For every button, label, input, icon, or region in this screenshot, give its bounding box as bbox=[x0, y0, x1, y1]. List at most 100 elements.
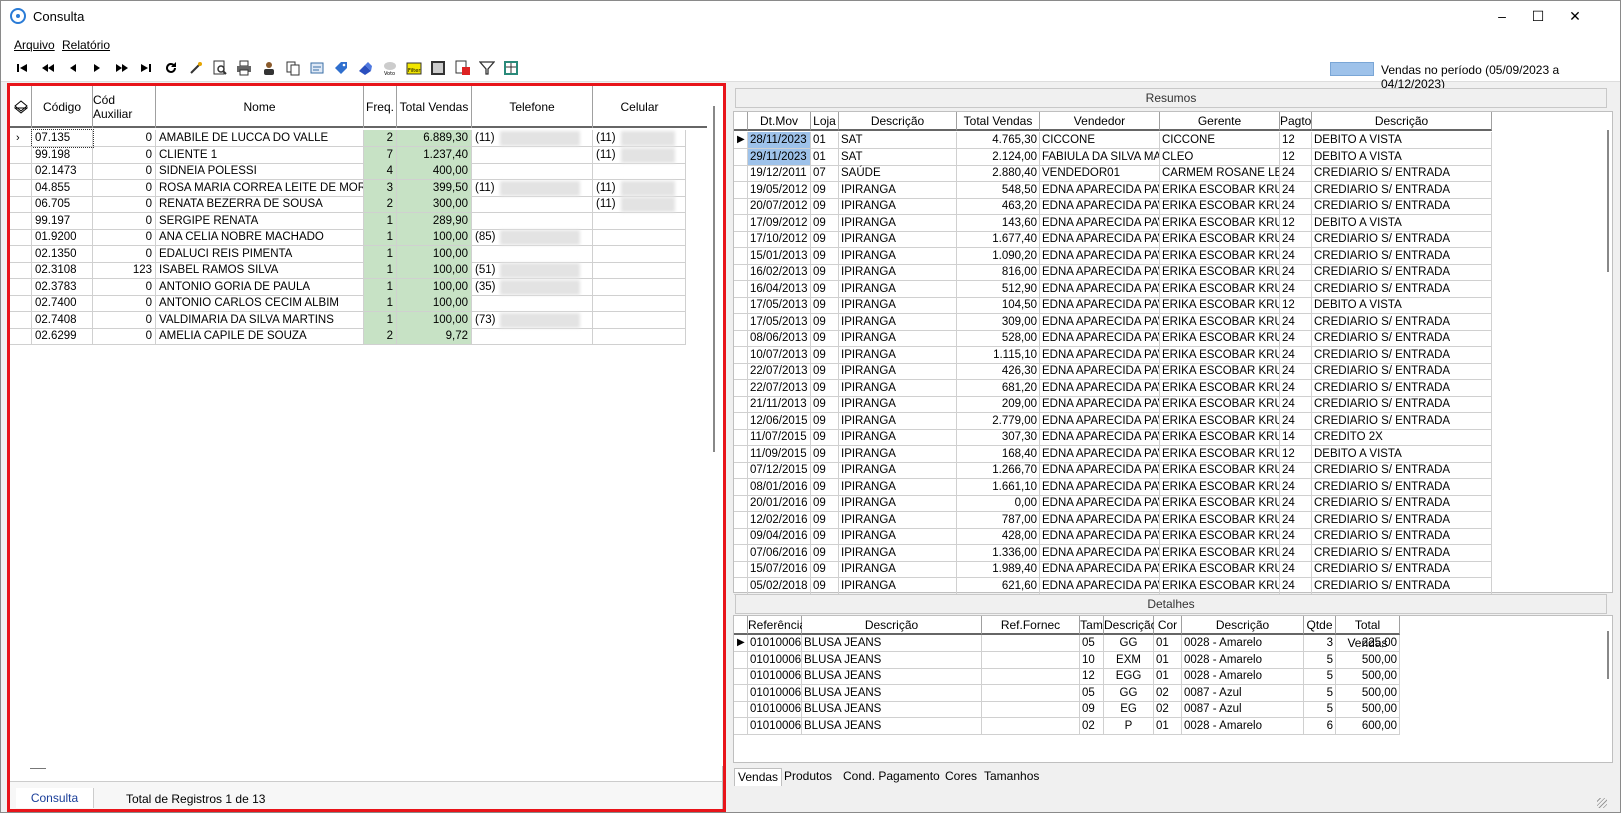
table-row[interactable]: 10/07/2013 09 IPIRANGA 1.115,10 EDNA APARECI… bbox=[734, 346, 1596, 364]
col-resumos-0[interactable]: Dt.Mov bbox=[748, 112, 811, 131]
menu-relatorio[interactable]: Relatório bbox=[62, 38, 110, 52]
table-row[interactable]: 01010006 BLUSA JEANS 09 EG 02 0087 - Azul 5 500… bbox=[734, 701, 1596, 718]
detalhes-scrollbar[interactable] bbox=[1607, 631, 1609, 679]
col-telefone[interactable]: Telefone bbox=[472, 86, 593, 128]
table-row[interactable]: 17/05/2013 09 IPIRANGA 104,50 EDNA APARECIDA… bbox=[734, 297, 1596, 314]
magic-icon[interactable] bbox=[186, 58, 206, 78]
table-row[interactable]: › 07.135 0 AMABILE DE LUCCA DO VALLE 2 6.889,… bbox=[10, 129, 708, 148]
col-detalhes-3[interactable]: Tam bbox=[1080, 616, 1104, 635]
table-row[interactable]: 02.7408 0 VALDIMARIA DA SILVA MARTINS 1 100,… bbox=[10, 311, 708, 329]
maximize-button[interactable]: ☐ bbox=[1524, 5, 1552, 27]
table-row[interactable]: 08/06/2013 09 IPIRANGA 528,00 EDNA APARECIDA… bbox=[734, 330, 1596, 347]
funnel-icon[interactable] bbox=[477, 58, 497, 78]
resize-grip[interactable] bbox=[1597, 798, 1607, 808]
document-icon[interactable] bbox=[307, 58, 327, 78]
table-row[interactable]: 09/04/2016 09 IPIRANGA 428,00 EDNA APARECIDA… bbox=[734, 528, 1596, 545]
prior-page-icon[interactable] bbox=[38, 58, 58, 78]
table-row[interactable]: 17/10/2012 09 IPIRANGA 1.677,40 EDNA APARECI… bbox=[734, 231, 1596, 248]
table-row[interactable]: 15/01/2013 09 IPIRANGA 1.090,20 EDNA APARECI… bbox=[734, 247, 1596, 265]
col-resumos-6[interactable]: Pagto bbox=[1280, 112, 1312, 131]
table-row[interactable]: ▶ 01010006 BLUSA JEANS 05 GG 01 0028 - Amarelo… bbox=[734, 635, 1596, 652]
col-nome[interactable]: Nome bbox=[156, 86, 364, 128]
resumos-scrollbar[interactable] bbox=[1607, 130, 1609, 272]
next-icon[interactable] bbox=[87, 58, 107, 78]
table-row[interactable]: 29/11/2023 01 SAT 2.124,00 FABIULA DA SILVA … bbox=[734, 148, 1596, 166]
minimize-button[interactable]: ‒ bbox=[1488, 5, 1516, 27]
table-row[interactable]: 17/05/2013 09 IPIRANGA 309,00 EDNA APARECIDA… bbox=[734, 313, 1596, 331]
col-detalhes-2[interactable]: Ref.Fornec bbox=[982, 616, 1080, 635]
menu-arquivo[interactable]: Arquivo bbox=[14, 38, 55, 52]
table-row[interactable]: 01.9200 0 ANA CELIA NOBRE MACHADO 1 100,00 (8… bbox=[10, 229, 708, 246]
copy-icon[interactable] bbox=[283, 58, 303, 78]
prior-icon[interactable] bbox=[63, 58, 83, 78]
table-row[interactable]: 04.8550ROSA MARIA CORREA LEITE DE MORAES… bbox=[10, 179, 708, 197]
table-row[interactable]: 11/09/2015 09 IPIRANGA 168,40 EDNA APARECIDA… bbox=[734, 445, 1596, 463]
col-codigo[interactable]: Código bbox=[32, 86, 93, 128]
col-total-vendas[interactable]: Total Vendas bbox=[397, 86, 472, 128]
table-row[interactable]: 11/07/2015 09 IPIRANGA 307,30 EDNA APARECIDA… bbox=[734, 429, 1596, 446]
tab-cond-pagamento[interactable]: Cond. Pagamento bbox=[840, 768, 943, 786]
next-page-icon[interactable] bbox=[112, 58, 132, 78]
table-row[interactable]: 21/11/2013 09 IPIRANGA 209,00 EDNA APARECIDA… bbox=[734, 396, 1596, 413]
table-row[interactable]: 16/02/2013 09 IPIRANGA 816,00 EDNA APARECIDA… bbox=[734, 264, 1596, 281]
table-row[interactable]: 01010006 BLUSA JEANS 10 EXM 01 0028 - Amarelo… bbox=[734, 651, 1596, 669]
tab-consulta[interactable]: Consulta bbox=[16, 788, 94, 808]
table-row[interactable]: 02.6299 0 AMELIA CAPILE DE SOUZA 2 9,72 bbox=[10, 328, 708, 345]
table-row[interactable]: 02.1350 0 EDALUCI REIS PIMENTA 1 100,00 bbox=[10, 245, 708, 263]
table-row[interactable]: 20/01/2016 09 IPIRANGA 0,00 EDNA APARECIDA P… bbox=[734, 495, 1596, 512]
table-row[interactable]: 20/07/2012 09 IPIRANGA 463,20 EDNA APARECIDA… bbox=[734, 198, 1596, 215]
table-row[interactable]: 12/06/2015 09 IPIRANGA 2.779,00 EDNA APARECI… bbox=[734, 412, 1596, 430]
col-detalhes-1[interactable]: Descrição bbox=[802, 616, 982, 635]
col-detalhes-0[interactable]: Referência bbox=[748, 616, 806, 635]
col-resumos-3[interactable]: Total Vendas bbox=[957, 112, 1040, 131]
tab-tamanhos[interactable]: Tamanhos bbox=[981, 768, 1042, 786]
col-resumos-5[interactable]: Gerente bbox=[1160, 112, 1280, 131]
table-icon[interactable] bbox=[501, 58, 521, 78]
col-detalhes-5[interactable]: Cor bbox=[1154, 616, 1182, 635]
tag-icon[interactable] bbox=[331, 58, 351, 78]
print-icon[interactable] bbox=[234, 58, 254, 78]
clientes-vertical-scrollbar[interactable] bbox=[707, 86, 723, 766]
first-icon[interactable] bbox=[12, 58, 32, 78]
table-row[interactable]: 99.197 0 SERGIPE RENATA 1 289,90 bbox=[10, 212, 708, 230]
col-resumos-7[interactable]: Descrição bbox=[1312, 112, 1492, 131]
table-row[interactable]: 17/09/2012 09 IPIRANGA 143,60 EDNA APARECIDA… bbox=[734, 214, 1596, 232]
table-row[interactable]: 02.3783 0 ANTONIO GORIA DE PAULA 1 100,00 (35… bbox=[10, 278, 708, 296]
table-row[interactable]: 16/04/2013 09 IPIRANGA 512,90 EDNA APARECIDA… bbox=[734, 280, 1596, 298]
table-row[interactable]: 06.705 0 RENATA BEZERRA DE SOUSA 2 300,00 (11… bbox=[10, 196, 708, 213]
user-icon[interactable] bbox=[259, 58, 279, 78]
preview-icon[interactable] bbox=[210, 58, 230, 78]
col-detalhes-4[interactable]: Descrição bbox=[1104, 616, 1157, 635]
col-celular[interactable]: Celular bbox=[593, 86, 686, 128]
table-row[interactable]: 15/07/2016 09 IPIRANGA 1.989,40 EDNA APARECI… bbox=[734, 561, 1596, 578]
table-row[interactable]: 07/12/2015 09 IPIRANGA 1.266,70 EDNA APARECI… bbox=[734, 462, 1596, 479]
close-button[interactable]: ✕ bbox=[1561, 5, 1589, 27]
table-row[interactable]: 02.1473 0 SIDNEIA POLESSI 4 400,00 bbox=[10, 163, 708, 180]
table-row[interactable]: 19/12/2011 07 SAÚDE 2.880,40 VENDEDOR01 CARME… bbox=[734, 165, 1596, 182]
grid-options-icon[interactable] bbox=[10, 86, 32, 128]
table-row[interactable]: 01010006 BLUSA JEANS 12 EGG 01 0028 - Amarelo… bbox=[734, 668, 1596, 685]
table-row[interactable]: 05/02/2018 09 IPIRANGA 621,60 EDNA APARECIDA… bbox=[734, 577, 1596, 595]
table-row[interactable]: 22/07/2013 09 IPIRANGA 426,30 EDNA APARECIDA… bbox=[734, 363, 1596, 380]
table-row[interactable]: 12/02/2016 09 IPIRANGA 787,00 EDNA APARECIDA… bbox=[734, 511, 1596, 529]
col-detalhes-7[interactable]: Qtde bbox=[1304, 616, 1336, 635]
image-icon[interactable] bbox=[428, 58, 448, 78]
col-freq[interactable]: Freq. bbox=[364, 86, 397, 128]
col-resumos-4[interactable]: Vendedor bbox=[1040, 112, 1160, 131]
table-row[interactable]: 19/05/2012 09 IPIRANGA 548,50 EDNA APARECIDA… bbox=[734, 181, 1596, 199]
vote-icon[interactable]: Voto bbox=[380, 58, 400, 78]
col-cod-auxiliar[interactable]: Cód Auxiliar bbox=[93, 86, 156, 128]
tab-cores[interactable]: Cores bbox=[942, 768, 980, 786]
tab-vendas[interactable]: Vendas bbox=[734, 768, 783, 786]
col-resumos-1[interactable]: Loja bbox=[811, 112, 839, 131]
tab-produtos[interactable]: Produtos bbox=[781, 768, 835, 786]
eraser-icon[interactable] bbox=[355, 58, 375, 78]
table-row[interactable]: 01010006 BLUSA JEANS 02 P 01 0028 - Amarelo 6 6… bbox=[734, 717, 1596, 735]
table-row[interactable]: ▶ 28/11/2023 01 SAT 4.765,30 CICCONE CICCONE 12… bbox=[734, 132, 1596, 149]
table-row[interactable]: 01010006 BLUSA JEANS 05 GG 02 0087 - Azul 5 500… bbox=[734, 684, 1596, 702]
col-detalhes-8[interactable]: Total Vendas bbox=[1336, 616, 1400, 650]
table-row[interactable]: 07/06/2016 09 IPIRANGA 1.336,00 EDNA APARECI… bbox=[734, 544, 1596, 562]
last-icon[interactable] bbox=[136, 58, 156, 78]
refresh-icon[interactable] bbox=[161, 58, 181, 78]
table-row[interactable]: 08/01/2016 09 IPIRANGA 1.661,10 EDNA APARECI… bbox=[734, 478, 1596, 496]
